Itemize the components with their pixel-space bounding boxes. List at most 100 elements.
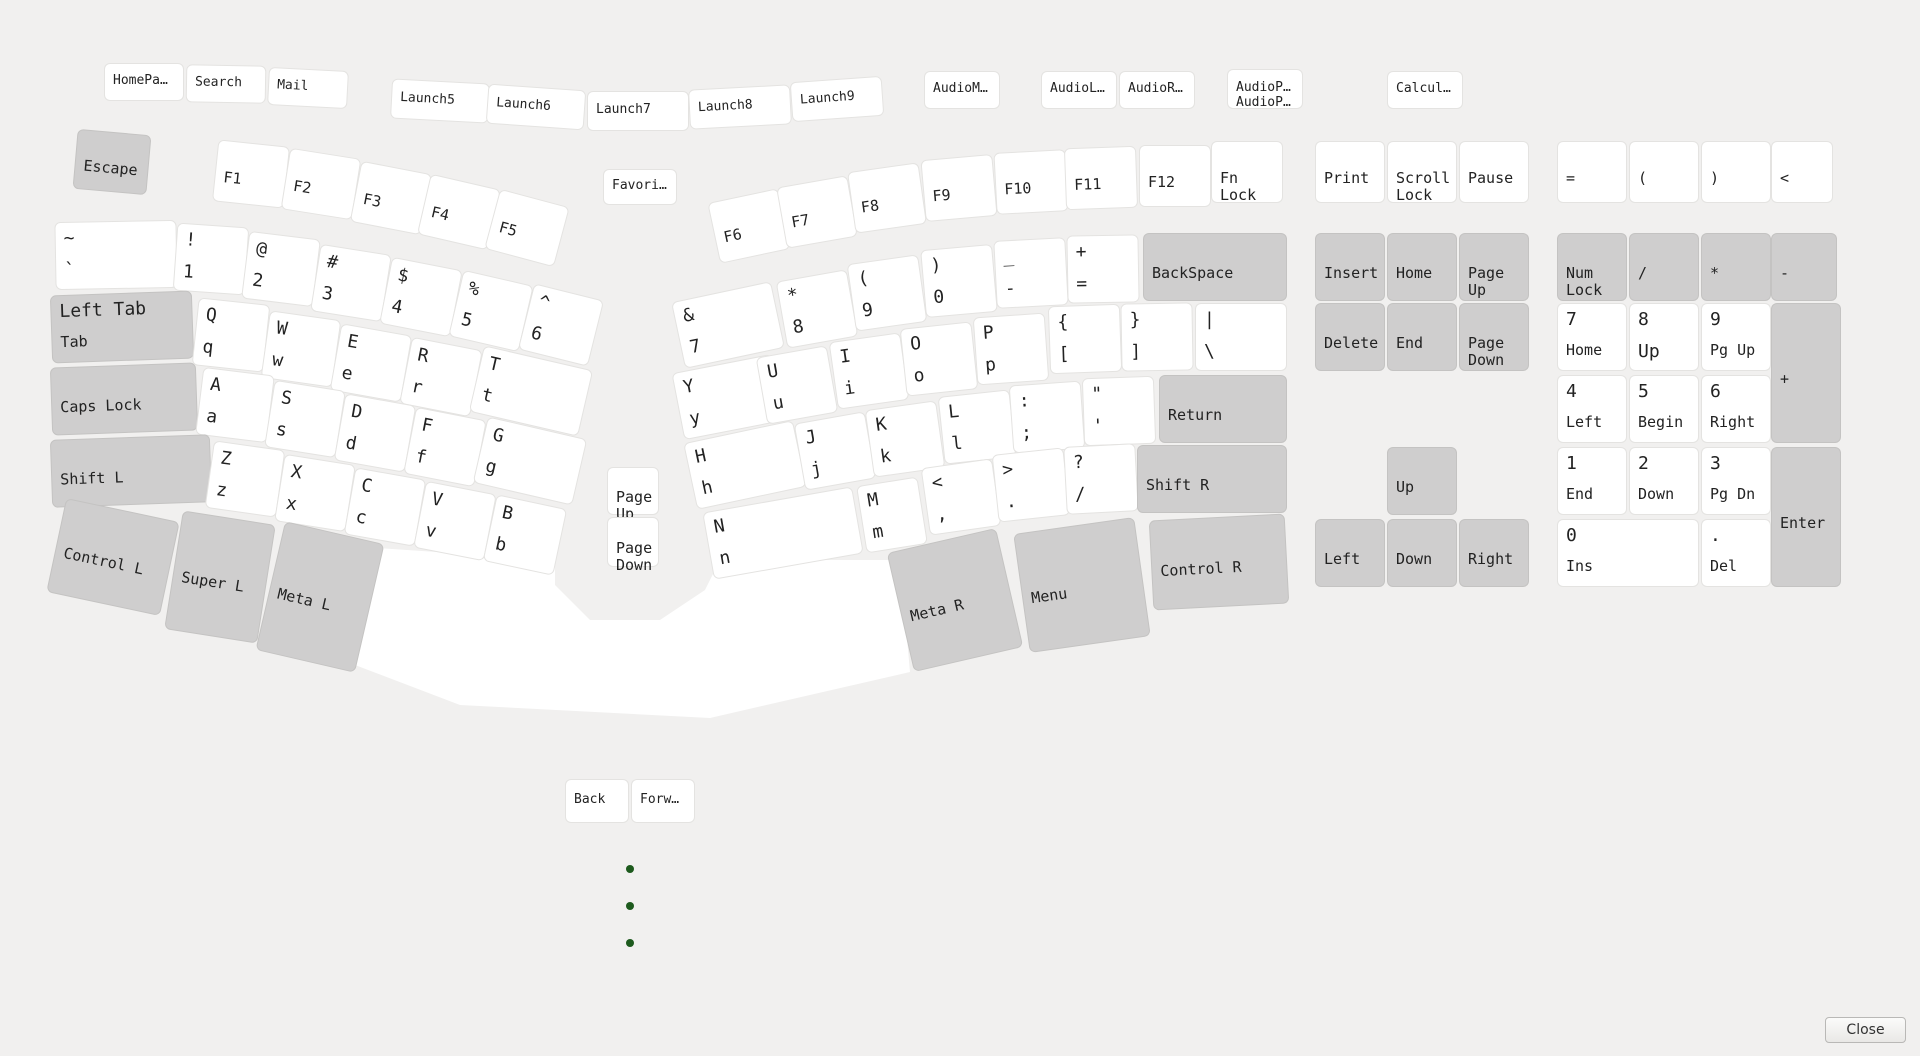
back-key[interactable]: Back	[566, 780, 628, 822]
control-r-key[interactable]: Control R	[1149, 514, 1289, 610]
end-key[interactable]: End	[1388, 304, 1456, 370]
np-7-key[interactable]: 7 Home	[1558, 304, 1626, 370]
caps-lock-key[interactable]: Caps Lock	[50, 363, 198, 435]
f1-key[interactable]: F1	[213, 140, 289, 208]
calculator-key[interactable]: Calcul…	[1388, 72, 1462, 108]
print-key[interactable]: Print	[1316, 142, 1384, 202]
key-9-key[interactable]: (9	[847, 255, 927, 331]
np-1-key[interactable]: 1 End	[1558, 448, 1626, 514]
key-s-key[interactable]: Ss	[265, 380, 345, 458]
forward-key[interactable]: Forw…	[632, 780, 694, 822]
key-8-key[interactable]: * 8	[776, 270, 858, 348]
right-key[interactable]: Right	[1460, 520, 1528, 586]
favorites-key[interactable]: Favori…	[604, 170, 676, 204]
page-up-center-key[interactable]: Page Up	[608, 468, 658, 523]
search-key[interactable]: Search	[186, 65, 266, 103]
np-sub-key[interactable]: -	[1772, 234, 1836, 300]
f11-key[interactable]: F11	[1064, 146, 1138, 210]
super-l-key[interactable]: Super L	[165, 511, 275, 643]
menu-key[interactable]: Menu	[1014, 518, 1150, 652]
audio-lower-key[interactable]: AudioL…	[1042, 72, 1116, 108]
np-add-key[interactable]: +	[1772, 304, 1840, 442]
key-rbracket-key[interactable]: }]	[1121, 303, 1193, 371]
np-4-key[interactable]: 4 Left	[1558, 376, 1626, 442]
key-2-key[interactable]: @2	[242, 231, 320, 307]
f7-key[interactable]: F7	[777, 176, 857, 248]
key-4-key[interactable]: $4	[380, 257, 462, 337]
key-m-key[interactable]: Mm	[857, 477, 927, 553]
key-0-key[interactable]: ) 0	[921, 245, 997, 317]
key-1-key[interactable]: ! 1	[173, 223, 249, 295]
key-p-key[interactable]: Pp	[973, 313, 1049, 385]
page-down-center-key[interactable]: Page Down	[608, 518, 658, 574]
page-down-key[interactable]: Page Down	[1460, 304, 1528, 370]
fn-lock-key[interactable]: Fn Lock	[1212, 142, 1282, 204]
launch6-key[interactable]: Launch6	[486, 84, 586, 130]
pause-key[interactable]: Pause	[1460, 142, 1528, 202]
up-key[interactable]: Up	[1388, 448, 1456, 514]
key-z-key[interactable]: Zz	[205, 441, 285, 517]
key-d-key[interactable]: Dd	[334, 394, 416, 472]
key-a-key[interactable]: Aa	[196, 367, 274, 443]
key-c-key[interactable]: Cc	[344, 468, 426, 546]
np-div-key[interactable]: /	[1630, 234, 1698, 300]
home-key[interactable]: Home	[1388, 234, 1456, 300]
key-backslash-key[interactable]: | \	[1196, 304, 1286, 370]
numlock-key[interactable]: Num Lock	[1558, 234, 1626, 300]
page-up-key[interactable]: Page Up	[1460, 234, 1528, 300]
down-key[interactable]: Down	[1388, 520, 1456, 586]
np-0-key[interactable]: 0 Ins	[1558, 520, 1698, 586]
launch7-key[interactable]: Launch7	[588, 92, 688, 130]
shift-r-key[interactable]: Shift R	[1138, 446, 1286, 512]
key-j-key[interactable]: Jj	[794, 412, 876, 490]
escape-key[interactable]: Escape	[73, 129, 151, 195]
launch9-key[interactable]: Launch9	[790, 76, 884, 122]
key-semicolon-key[interactable]: :;	[1009, 381, 1085, 453]
key-q-key[interactable]: Qq	[192, 298, 270, 372]
np-equal-key[interactable]: =	[1558, 142, 1626, 202]
backspace-key[interactable]: BackSpace	[1144, 234, 1286, 300]
np-rparen-key[interactable]: )	[1702, 142, 1770, 202]
delete-key[interactable]: Delete	[1316, 304, 1384, 370]
f10-key[interactable]: F10	[994, 150, 1068, 214]
np-3-key[interactable]: 3 Pg Dn	[1702, 448, 1770, 514]
scroll-lock-key[interactable]: Scroll Lock	[1388, 142, 1456, 204]
key-3-key[interactable]: #3	[311, 244, 391, 322]
np-dot-key[interactable]: . Del	[1702, 520, 1770, 586]
key-equal-key[interactable]: + =	[1067, 235, 1139, 303]
shift-l-key[interactable]: Shift L	[50, 435, 212, 507]
np-8-key[interactable]: 8 Up	[1630, 304, 1698, 370]
f3-key[interactable]: F3	[350, 161, 432, 235]
key-r-key[interactable]: Rr	[400, 337, 482, 417]
key-slash-key[interactable]: ? /	[1064, 444, 1138, 514]
close-button[interactable]: Close	[1825, 1017, 1906, 1043]
key-x-key[interactable]: Xx	[275, 454, 355, 532]
mail-key[interactable]: Mail	[268, 67, 348, 109]
key-grave-key[interactable]: ~ `	[55, 220, 177, 290]
key-k-key[interactable]: Kk	[865, 401, 945, 477]
np-9-key[interactable]: 9 Pg Up	[1702, 304, 1770, 370]
key-f-key[interactable]: Ff	[404, 407, 486, 487]
key-comma-key[interactable]: <,	[921, 459, 1001, 535]
insert-key[interactable]: Insert	[1316, 234, 1384, 300]
key-u-key[interactable]: Uu	[756, 346, 838, 424]
key-i-key[interactable]: Ii	[829, 333, 909, 409]
np-back-key[interactable]: <	[1772, 142, 1832, 202]
homepage-key[interactable]: HomePa…	[105, 64, 183, 100]
key-lbracket-key[interactable]: {[	[1048, 304, 1122, 374]
np-mul-key[interactable]: *	[1702, 234, 1770, 300]
launch8-key[interactable]: Launch8	[689, 85, 791, 129]
f8-key[interactable]: F8	[848, 163, 926, 233]
key-o-key[interactable]: Oo	[900, 322, 978, 396]
f12-key[interactable]: F12	[1140, 146, 1210, 206]
key-v-key[interactable]: Vv	[414, 481, 496, 561]
f2-key[interactable]: F2	[281, 148, 361, 220]
key-w-key[interactable]: Ww	[261, 311, 341, 387]
left-key[interactable]: Left	[1316, 520, 1384, 586]
return-key[interactable]: Return	[1160, 376, 1286, 442]
key-quote-key[interactable]: " '	[1082, 376, 1156, 446]
key-e-key[interactable]: Ee	[330, 324, 412, 402]
f9-key[interactable]: F9	[921, 155, 997, 221]
enter-key[interactable]: Enter	[1772, 448, 1840, 586]
np-2-key[interactable]: 2 Down	[1630, 448, 1698, 514]
